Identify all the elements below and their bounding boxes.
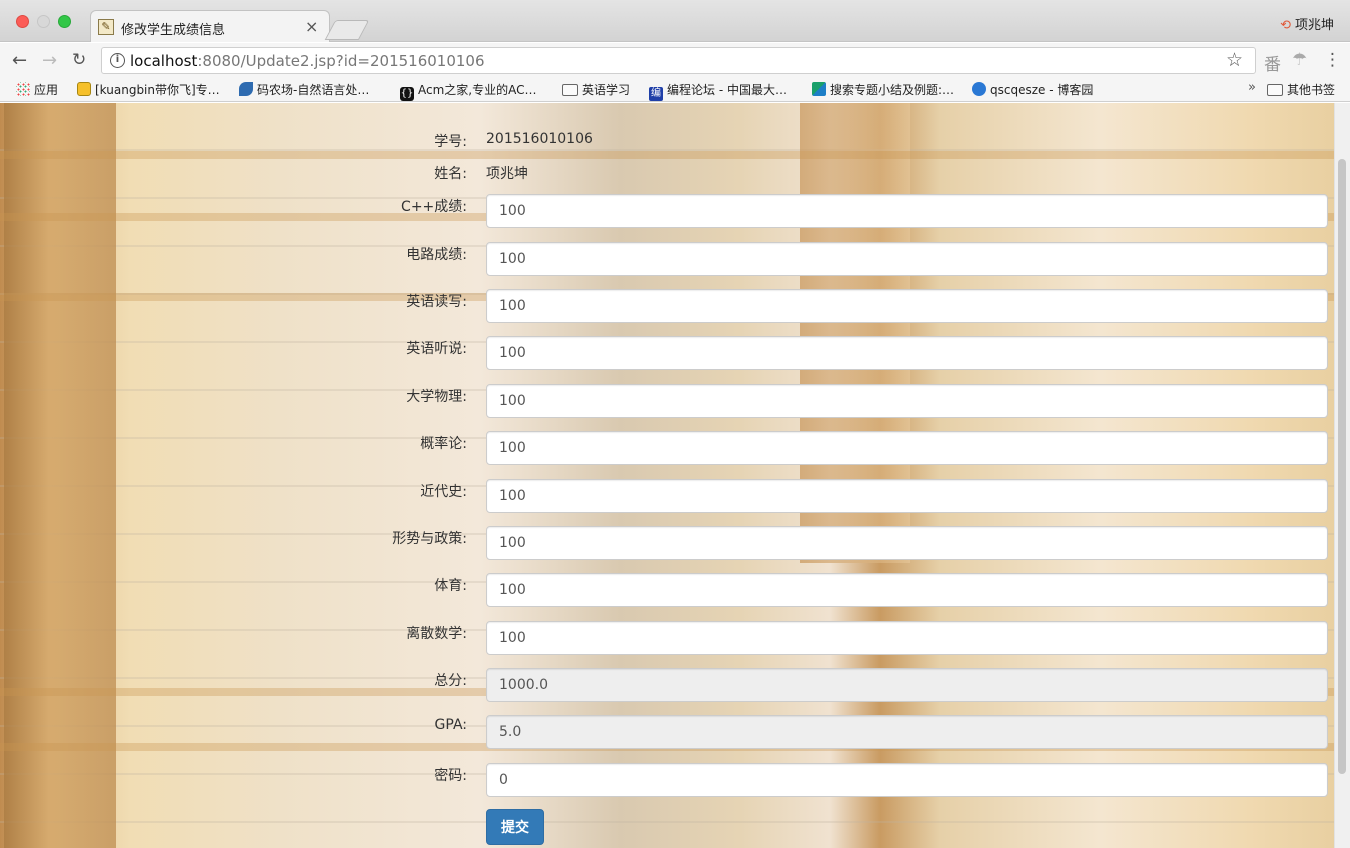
blog-icon <box>972 82 986 96</box>
brace-icon: {} <box>400 87 414 101</box>
scrollbar-thumb[interactable] <box>1338 159 1346 774</box>
smiley-icon <box>77 82 91 96</box>
back-arrow-icon[interactable]: ← <box>12 50 27 71</box>
browser-tab[interactable]: ✎ 修改学生成绩信息 × <box>90 10 330 42</box>
minimize-window-button[interactable] <box>37 15 50 28</box>
bookmark-acm-home[interactable]: {} Acm之家,专业的AC… <box>400 81 536 101</box>
bookmark-kuangbin[interactable]: [kuangbin带你飞]专… <box>77 81 220 98</box>
student-name-value: 项兆坤 <box>486 166 528 182</box>
circuit-score-input[interactable] <box>486 242 1328 276</box>
password-input[interactable] <box>486 763 1328 797</box>
total-score-input <box>486 668 1328 702</box>
english-ls-score-input[interactable] <box>486 336 1328 370</box>
policy-score-label: 形势与政策: <box>392 531 467 547</box>
profile-button[interactable]: ⟲ 项兆坤 <box>1280 14 1334 33</box>
total-score-label: 总分: <box>434 673 467 689</box>
forward-arrow-icon[interactable]: → <box>42 50 57 71</box>
bookmark-cnblogs[interactable]: qscqesze - 博客园 <box>972 81 1093 98</box>
page-favicon-icon: ✎ <box>98 19 114 35</box>
tab-title: 修改学生成绩信息 <box>121 23 226 38</box>
english-ls-score-label: 英语听说: <box>406 341 467 357</box>
site-info-icon[interactable]: i <box>110 53 125 68</box>
probability-score-input[interactable] <box>486 431 1328 465</box>
gpa-input <box>486 715 1328 749</box>
cpp-score-label: C++成绩: <box>401 199 467 215</box>
bookmark-manongchang[interactable]: 码农场-自然语言处… <box>239 81 369 98</box>
discrete-math-score-input[interactable] <box>486 621 1328 655</box>
probability-score-label: 概率论: <box>420 436 467 452</box>
bookmark-search-topic[interactable]: 搜索专题小结及例题:… <box>812 81 954 98</box>
leaf-icon <box>239 82 253 96</box>
url-text: localhost:8080/Update2.jsp?id=2015160101… <box>130 52 485 70</box>
physics-score-label: 大学物理: <box>406 389 467 405</box>
other-bookmarks-folder[interactable]: 其他书签 <box>1267 81 1335 98</box>
student-id-label: 学号: <box>434 134 467 150</box>
tab-close-icon[interactable]: × <box>305 17 318 36</box>
url-host: localhost <box>130 52 198 70</box>
extension-fan-icon[interactable]: 番 <box>1264 50 1281 75</box>
modern-history-score-input[interactable] <box>486 479 1328 513</box>
bookmark-bccn[interactable]: 编编程论坛 - 中国最大… <box>649 81 787 101</box>
close-window-button[interactable] <box>16 15 29 28</box>
gpa-label: GPA: <box>434 717 467 733</box>
discrete-math-score-label: 离散数学: <box>406 626 467 642</box>
password-label: 密码: <box>434 768 467 784</box>
extension-umbrella-icon[interactable]: ☂ <box>1292 50 1307 70</box>
bookmark-apps[interactable]: 应用 <box>16 81 58 98</box>
bookmark-star-icon[interactable]: ☆ <box>1226 49 1243 71</box>
bookmarks-bar: 应用 [kuangbin带你飞]专… 码农场-自然语言处… {} Acm之家,专业… <box>0 78 1350 102</box>
cpp-score-input[interactable] <box>486 194 1328 228</box>
new-tab-button[interactable] <box>324 20 370 40</box>
bookmarks-overflow-icon[interactable]: » <box>1248 80 1256 95</box>
profile-name: 项兆坤 <box>1294 18 1334 33</box>
green-logo-icon <box>812 82 826 96</box>
circuit-score-label: 电路成绩: <box>406 247 467 263</box>
browser-menu-icon[interactable]: ⋮ <box>1324 50 1341 70</box>
page-content: 学号: 201516010106 姓名: 项兆坤 C++成绩: 电路成绩: 英语… <box>0 103 1350 848</box>
reload-icon[interactable]: ↻ <box>72 50 86 70</box>
folder-icon <box>1267 84 1283 96</box>
submit-button[interactable]: 提交 <box>486 809 544 845</box>
maximize-window-button[interactable] <box>58 15 71 28</box>
bianchen-icon: 编 <box>649 87 663 101</box>
profile-sync-icon: ⟲ <box>1280 18 1291 33</box>
english-rw-score-input[interactable] <box>486 289 1328 323</box>
window-titlebar: ✎ 修改学生成绩信息 × ⟲ 项兆坤 <box>0 0 1350 42</box>
url-bar[interactable]: i localhost:8080/Update2.jsp?id=20151601… <box>101 47 1256 74</box>
modern-history-score-label: 近代史: <box>420 484 467 500</box>
address-toolbar: ← → ↻ i localhost:8080/Update2.jsp?id=20… <box>0 43 1350 78</box>
english-rw-score-label: 英语读写: <box>406 294 467 310</box>
apps-grid-icon <box>16 82 30 96</box>
background-desk-row <box>0 151 1340 159</box>
pe-score-label: 体育: <box>434 578 467 594</box>
pe-score-input[interactable] <box>486 573 1328 607</box>
bookmark-folder-english[interactable]: 英语学习 <box>562 81 630 98</box>
student-name-label: 姓名: <box>434 166 467 182</box>
url-path: :8080/Update2.jsp?id=201516010106 <box>197 52 485 70</box>
policy-score-input[interactable] <box>486 526 1328 560</box>
folder-icon <box>562 84 578 96</box>
student-id-value: 201516010106 <box>486 131 593 147</box>
physics-score-input[interactable] <box>486 384 1328 418</box>
